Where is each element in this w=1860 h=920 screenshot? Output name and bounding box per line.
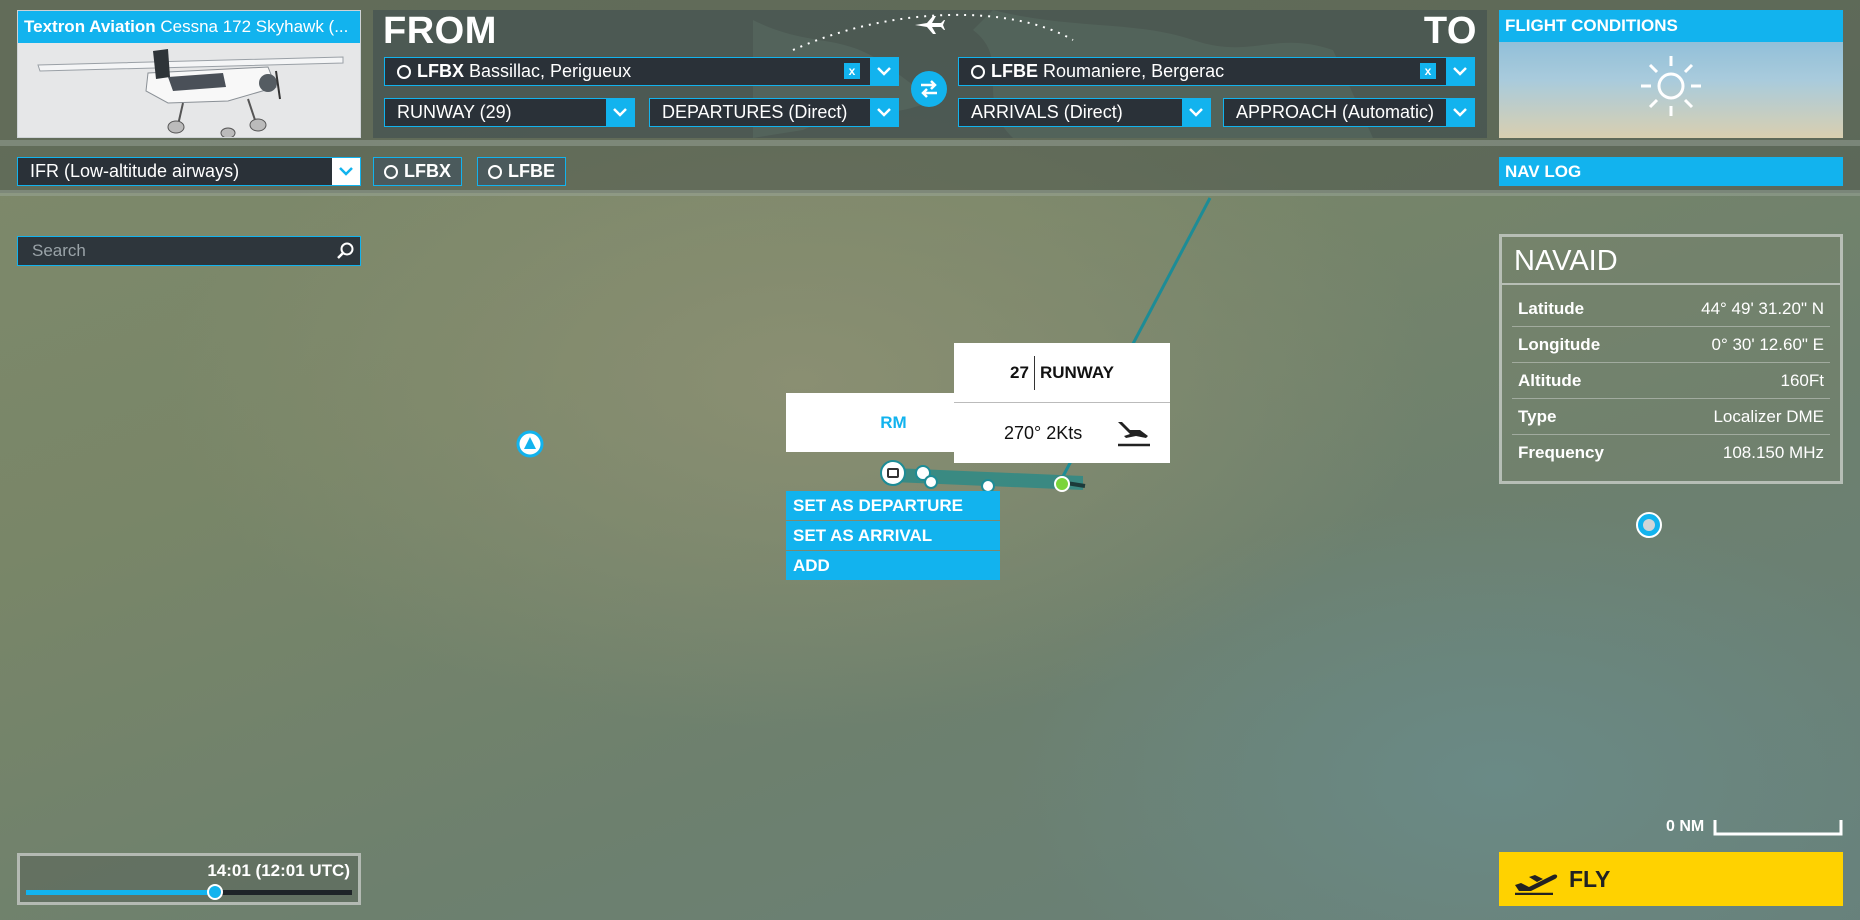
runway-label: RUNWAY (1039, 362, 1114, 382)
row-value: 108.150 MHz (1722, 443, 1824, 462)
navaid-row-altitude: Altitude 160Ft (1512, 363, 1830, 399)
navaid-marker-icon[interactable] (880, 460, 906, 486)
row-label: Latitude (1518, 299, 1585, 318)
takeoff-icon (1515, 874, 1558, 895)
row-label: Longitude (1518, 335, 1601, 354)
map-scale-bar (1713, 820, 1843, 836)
row-label: Frequency (1518, 443, 1604, 462)
time-slider-thumb[interactable] (207, 884, 224, 900)
navaid-row-frequency: Frequency 108.150 MHz (1512, 435, 1830, 471)
time-slider-track[interactable] (26, 884, 352, 900)
runway-threshold-marker[interactable] (1054, 476, 1070, 492)
runway-popup[interactable]: 27 RUNWAY 270° 2Kts (954, 343, 1170, 463)
set-as-arrival-menu-item[interactable]: SET AS ARRIVAL (786, 521, 1000, 550)
time-label: 14:01 (12:01 UTC) (207, 861, 350, 880)
navaid-info-panel: NAVAID Latitude 44° 49' 31.20" N Longitud… (1499, 234, 1843, 484)
map-scale-label: 0 NM (1666, 818, 1705, 835)
navaid-title: NAVAID (1502, 237, 1840, 285)
row-value: Localizer DME (1713, 407, 1824, 426)
fly-label: FLY (1569, 865, 1611, 892)
add-menu-item[interactable]: ADD (786, 551, 1000, 580)
set-as-departure-menu-item[interactable]: SET AS DEPARTURE (786, 491, 1000, 520)
row-label: Type (1518, 407, 1557, 426)
row-value: 44° 49' 31.20" N (1701, 299, 1824, 318)
navaid-row-type: Type Localizer DME (1512, 399, 1830, 435)
navaid-row-latitude: Latitude 44° 49' 31.20" N (1512, 291, 1830, 327)
landing-icon (1118, 422, 1150, 447)
navaid-row-longitude: Longitude 0° 30' 12.60" E (1512, 327, 1830, 363)
time-of-day-panel: 14:01 (12:01 UTC) (17, 853, 361, 905)
time-slider-fill (26, 890, 216, 895)
wind-value: 270° 2Kts (1004, 422, 1083, 443)
runway-wind-row: 270° 2Kts (954, 403, 1170, 463)
row-value: 0° 30' 12.60" E (1711, 335, 1825, 354)
row-value: 160Ft (1780, 371, 1824, 390)
runway-number: 27 (1010, 362, 1029, 382)
fly-button[interactable]: FLY (1499, 852, 1843, 906)
runway-header: 27 RUNWAY (954, 343, 1170, 403)
separator (1033, 355, 1035, 390)
row-label: Altitude (1518, 371, 1582, 390)
